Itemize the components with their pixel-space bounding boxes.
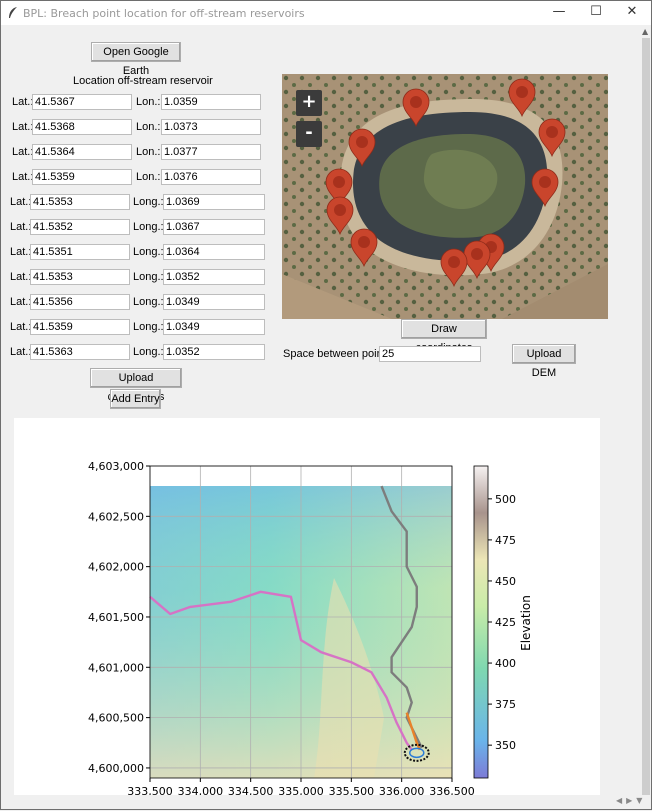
satellite-map[interactable]: + - (282, 74, 608, 319)
upload-coordinates-button[interactable]: Upload coordinates (90, 368, 182, 403)
scroll-up-arrow-icon[interactable]: ▲ (642, 27, 648, 36)
lat-input[interactable]: 41.5351 (30, 244, 130, 260)
upload-dem-button[interactable]: Upload DEM (512, 344, 576, 379)
map-marker-icon[interactable] (348, 128, 376, 168)
map-marker-icon[interactable] (326, 196, 354, 236)
lon-input[interactable]: 1.0369 (163, 194, 265, 210)
y-tick-label: 4,602,500 (88, 510, 144, 523)
elevation-chart: 333,500 334,000 334,500 335,000 335,500 336,0… (88, 460, 533, 798)
lat-label: Lat.: (10, 321, 32, 333)
scroll-arrows-icon[interactable]: ◀▶▼ (616, 796, 646, 805)
lon-input[interactable]: 1.0364 (163, 244, 265, 260)
lat-label: Lat.: (12, 121, 34, 133)
lon-input[interactable]: 1.0373 (161, 119, 261, 135)
elevation-colorbar (473, 465, 489, 779)
colorbar-label: Elevation (519, 595, 533, 651)
elevation-plot-panel: 333,500 334,000 334,500 335,000 335,500 336,0… (14, 418, 600, 808)
spacing-input[interactable]: 25 (379, 346, 481, 362)
colorbar-tick-label: 375 (495, 698, 516, 711)
minimize-button[interactable]: — (541, 1, 577, 25)
lat-label: Lat.: (12, 96, 34, 108)
lon-input[interactable]: 1.0376 (161, 169, 261, 185)
y-tick-label: 4,600,000 (88, 762, 144, 775)
lat-label: Lat.: (12, 171, 34, 183)
lon-input[interactable]: 1.0359 (161, 94, 261, 110)
lat-input[interactable]: 41.5359 (32, 169, 132, 185)
scrollbar-thumb[interactable] (642, 38, 650, 795)
lon-label: Lon.: (136, 146, 161, 158)
map-marker-icon[interactable] (508, 78, 536, 118)
lat-input[interactable]: 41.5352 (30, 219, 130, 235)
colorbar-tick-label: 450 (495, 575, 516, 588)
y-tick-label: 4,601,000 (88, 661, 144, 674)
lat-label: Lat.: (10, 246, 32, 258)
lon-label: Long.: (133, 321, 164, 333)
lat-input[interactable]: 41.5364 (32, 144, 132, 160)
close-button[interactable]: ✕ (614, 1, 650, 25)
lon-input[interactable]: 1.0352 (163, 344, 265, 360)
lon-label: Long.: (133, 346, 164, 358)
window-title: BPL: Breach point location for off-strea… (23, 7, 305, 20)
lat-label: Lat.: (10, 271, 32, 283)
lon-input[interactable]: 1.0349 (163, 294, 265, 310)
lat-input[interactable]: 41.5368 (32, 119, 132, 135)
lon-label: Lon.: (136, 96, 161, 108)
y-tick-label: 4,602,000 (88, 561, 144, 574)
colorbar-tick-label: 400 (495, 657, 516, 670)
lon-label: Long.: (133, 296, 164, 308)
lat-label: Lat.: (10, 196, 32, 208)
lat-input[interactable]: 41.5356 (30, 294, 130, 310)
horizontal-scrollbar[interactable] (1, 795, 651, 808)
map-markers (325, 78, 566, 288)
lat-label: Lat.: (10, 346, 32, 358)
y-tick-label: 4,603,000 (88, 460, 144, 473)
lat-input[interactable]: 41.5353 (30, 269, 130, 285)
lon-input[interactable]: 1.0367 (163, 219, 265, 235)
colorbar-tick-label: 475 (495, 534, 516, 547)
maximize-button[interactable]: ☐ (578, 1, 614, 25)
lon-input[interactable]: 1.0352 (163, 269, 265, 285)
reservoir-location-heading: Location off-stream reservoir (73, 75, 213, 87)
y-tick-label: 4,600,500 (88, 712, 144, 725)
app-feather-icon (9, 7, 17, 18)
lon-label: Long.: (133, 196, 164, 208)
map-marker-icon[interactable] (350, 228, 378, 268)
lat-label: Lat.: (10, 221, 32, 233)
colorbar-tick-label: 350 (495, 739, 516, 752)
lon-label: Long.: (133, 271, 164, 283)
draw-coordinates-button[interactable]: Draw coordinates (401, 319, 487, 354)
lat-label: Lat.: (10, 296, 32, 308)
lat-input[interactable]: 41.5359 (30, 319, 130, 335)
lon-label: Lon.: (136, 121, 161, 133)
lat-label: Lat.: (12, 146, 34, 158)
lon-label: Long.: (133, 246, 164, 258)
lat-input[interactable]: 41.5367 (32, 94, 132, 110)
map-marker-icon[interactable] (531, 168, 559, 208)
y-tick-label: 4,601,500 (88, 611, 144, 624)
map-marker-icon[interactable] (463, 240, 491, 280)
map-marker-icon[interactable] (402, 88, 430, 128)
map-marker-icon[interactable] (440, 248, 468, 288)
open-google-earth-button[interactable]: Open Google Earth (91, 42, 181, 77)
spacing-label: Space between points (283, 348, 392, 360)
map-marker-icon[interactable] (538, 118, 566, 158)
lon-input[interactable]: 1.0377 (161, 144, 261, 160)
lat-input[interactable]: 41.5353 (30, 194, 130, 210)
lon-input[interactable]: 1.0349 (163, 319, 265, 335)
lat-input[interactable]: 41.5363 (30, 344, 130, 360)
colorbar-tick-label: 500 (495, 493, 516, 506)
colorbar-ticks: 500 475 450 425 400 375 350 (488, 493, 516, 752)
lon-label: Lon.: (136, 171, 161, 183)
colorbar-tick-label: 425 (495, 616, 516, 629)
lon-label: Long.: (133, 221, 164, 233)
add-entry-button[interactable]: Add Entry (110, 389, 161, 409)
